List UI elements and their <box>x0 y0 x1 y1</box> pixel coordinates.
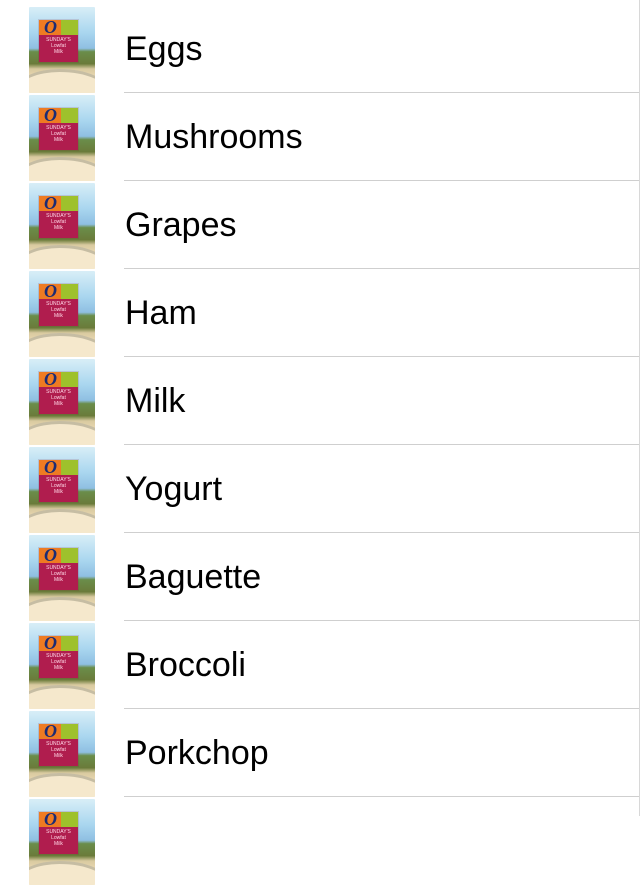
brand-green-block <box>61 548 78 563</box>
brand-green-block <box>61 196 78 211</box>
list-item[interactable]: O SUNDAY'S Lowfat Milk Mushrooms <box>0 93 640 181</box>
milk-carton-thumbnail: O SUNDAY'S Lowfat Milk <box>29 95 95 181</box>
carton-brand-band: O <box>39 193 78 213</box>
brand-logo-icon: O <box>44 545 57 565</box>
carton-label: SUNDAY'S Lowfat Milk <box>46 301 71 319</box>
carton-brand-band: O <box>39 457 78 477</box>
thumbnail-foreground <box>29 421 95 445</box>
carton-brand-band: O <box>39 545 78 565</box>
carton-label: SUNDAY'S Lowfat Milk <box>46 653 71 671</box>
list-item[interactable]: O SUNDAY'S Lowfat Milk <box>0 797 640 885</box>
list-item-label: Mushrooms <box>125 118 303 156</box>
brand-logo-icon: O <box>44 281 57 301</box>
brand-orange-block: O <box>39 105 61 125</box>
carton-label: SUNDAY'S Lowfat Milk <box>46 213 71 231</box>
milk-carton-thumbnail: O SUNDAY'S Lowfat Milk <box>29 623 95 709</box>
list-item[interactable]: O SUNDAY'S Lowfat Milk Eggs <box>0 5 640 93</box>
thumbnail-foreground <box>29 333 95 357</box>
list-item-label: Grapes <box>125 206 237 244</box>
carton-label: SUNDAY'S Lowfat Milk <box>46 37 71 55</box>
brand-orange-block: O <box>39 17 61 37</box>
brand-logo-icon: O <box>44 105 57 125</box>
list-item-label: Yogurt <box>125 470 223 508</box>
carton-label: SUNDAY'S Lowfat Milk <box>46 125 71 143</box>
brand-orange-block: O <box>39 809 61 829</box>
list-item[interactable]: O SUNDAY'S Lowfat Milk Broccoli <box>0 621 640 709</box>
thumbnail-foreground <box>29 509 95 533</box>
brand-green-block <box>61 812 78 827</box>
list-item-label: Broccoli <box>125 646 246 684</box>
brand-logo-icon: O <box>44 369 57 389</box>
milk-carton-thumbnail: O SUNDAY'S Lowfat Milk <box>29 447 95 533</box>
brand-logo-icon: O <box>44 809 57 829</box>
list-item-label: Milk <box>125 382 186 420</box>
brand-orange-block: O <box>39 545 61 565</box>
thumbnail-foreground <box>29 597 95 621</box>
list-item[interactable]: O SUNDAY'S Lowfat Milk Yogurt <box>0 445 640 533</box>
brand-orange-block: O <box>39 369 61 389</box>
milk-carton-thumbnail: O SUNDAY'S Lowfat Milk <box>29 7 95 93</box>
brand-orange-block: O <box>39 633 61 653</box>
brand-logo-icon: O <box>44 457 57 477</box>
milk-carton-thumbnail: O SUNDAY'S Lowfat Milk <box>29 271 95 357</box>
carton-brand-band: O <box>39 105 78 125</box>
carton-label: SUNDAY'S Lowfat Milk <box>46 565 71 583</box>
list-item[interactable]: O SUNDAY'S Lowfat Milk Porkchop <box>0 709 640 797</box>
list-item[interactable]: O SUNDAY'S Lowfat Milk Baguette <box>0 533 640 621</box>
carton-label: SUNDAY'S Lowfat Milk <box>46 741 71 759</box>
milk-carton-thumbnail: O SUNDAY'S Lowfat Milk <box>29 359 95 445</box>
brand-green-block <box>61 108 78 123</box>
brand-orange-block: O <box>39 281 61 301</box>
brand-green-block <box>61 724 78 739</box>
brand-green-block <box>61 636 78 651</box>
milk-carton-thumbnail: O SUNDAY'S Lowfat Milk <box>29 535 95 621</box>
list-item[interactable]: O SUNDAY'S Lowfat Milk Ham <box>0 269 640 357</box>
thumbnail-foreground <box>29 69 95 93</box>
list-item[interactable]: O SUNDAY'S Lowfat Milk Grapes <box>0 181 640 269</box>
brand-green-block <box>61 372 78 387</box>
milk-carton-thumbnail: O SUNDAY'S Lowfat Milk <box>29 183 95 269</box>
carton-label: SUNDAY'S Lowfat Milk <box>46 477 71 495</box>
carton-brand-band: O <box>39 369 78 389</box>
brand-green-block <box>61 284 78 299</box>
thumbnail-foreground <box>29 861 95 885</box>
brand-green-block <box>61 460 78 475</box>
thumbnail-foreground <box>29 157 95 181</box>
carton-brand-band: O <box>39 721 78 741</box>
carton-brand-band: O <box>39 17 78 37</box>
brand-orange-block: O <box>39 721 61 741</box>
carton-brand-band: O <box>39 633 78 653</box>
brand-orange-block: O <box>39 457 61 477</box>
brand-logo-icon: O <box>44 633 57 653</box>
milk-carton-thumbnail: O SUNDAY'S Lowfat Milk <box>29 711 95 797</box>
list-item-label: Ham <box>125 294 197 332</box>
brand-green-block <box>61 20 78 35</box>
brand-logo-icon: O <box>44 17 57 37</box>
carton-brand-band: O <box>39 809 78 829</box>
brand-logo-icon: O <box>44 193 57 213</box>
list-item-label: Porkchop <box>125 734 269 772</box>
thumbnail-foreground <box>29 245 95 269</box>
brand-logo-icon: O <box>44 721 57 741</box>
thumbnail-foreground <box>29 773 95 797</box>
grocery-list: O SUNDAY'S Lowfat Milk Eggs O SUNDAY'S Lowfat Mi… <box>0 0 640 885</box>
brand-orange-block: O <box>39 193 61 213</box>
milk-carton-thumbnail: O SUNDAY'S Lowfat Milk <box>29 799 95 885</box>
list-item-label: Baguette <box>125 558 262 596</box>
list-item[interactable]: O SUNDAY'S Lowfat Milk Milk <box>0 357 640 445</box>
carton-label: SUNDAY'S Lowfat Milk <box>46 829 71 847</box>
carton-label: SUNDAY'S Lowfat Milk <box>46 389 71 407</box>
carton-brand-band: O <box>39 281 78 301</box>
list-item-label: Eggs <box>125 30 203 68</box>
thumbnail-foreground <box>29 685 95 709</box>
